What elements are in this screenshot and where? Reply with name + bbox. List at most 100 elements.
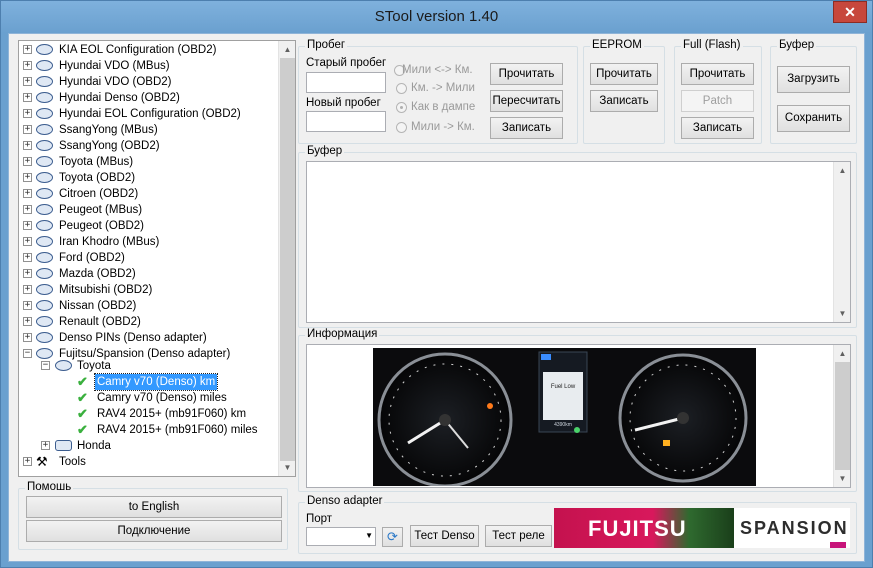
tree-item-camry-km[interactable]: ✔ Camry v70 (Denso) km [19,373,279,391]
tree-item-label: Hyundai EOL Configuration (OBD2) [59,108,241,120]
old-mileage-field[interactable] [306,72,386,93]
scroll-thumb[interactable] [280,58,295,461]
eeprom-write-button[interactable]: Записать [590,90,658,112]
buffer-textarea[interactable] [306,161,851,323]
expand-icon[interactable]: + [23,61,32,70]
tree-item-rav4-miles[interactable]: ✔ RAV4 2015+ (mb91F060) miles [19,422,279,438]
client-area: + KIA EOL Configuration (OBD2) + Hyundai VD… [8,33,865,562]
tree-item[interactable]: + Mitsubishi (OBD2) [19,282,279,298]
scroll-thumb[interactable] [835,362,850,470]
tree-item[interactable]: + Hyundai VDO (MBus) [19,58,279,74]
scroll-up-icon[interactable]: ▲ [834,162,851,179]
new-mileage-field[interactable] [306,111,386,132]
expand-icon[interactable]: + [23,157,32,166]
expand-icon[interactable]: + [23,125,32,134]
tree-item[interactable]: + Mazda (OBD2) [19,266,279,282]
test-denso-button[interactable]: Тест Denso [410,525,479,547]
expand-icon[interactable]: + [23,333,32,342]
mileage-recalc-button[interactable]: Пересчитать [490,90,563,112]
tree-item[interactable]: + Hyundai EOL Configuration (OBD2) [19,106,279,122]
expand-icon[interactable]: + [23,109,32,118]
tree-scrollbar[interactable]: ▲ ▼ [278,41,295,476]
tree-item[interactable]: + Toyota (MBus) [19,154,279,170]
buffer-save-button[interactable]: Сохранить [777,105,850,132]
info-scrollbar[interactable]: ▲ ▼ [833,345,850,487]
tree-item[interactable]: + Iran Khodro (MBus) [19,234,279,250]
tree-item[interactable]: + Hyundai Denso (OBD2) [19,90,279,106]
buffer-scrollbar[interactable]: ▲ ▼ [833,162,850,322]
tree-item-camry-miles[interactable]: ✔ Camry v70 (Denso) miles [19,390,279,406]
tree-item[interactable]: + Ford (OBD2) [19,250,279,266]
tree-item-honda[interactable]: + Honda [19,438,279,454]
tree-item-label: Toyota (OBD2) [59,172,136,184]
expand-icon[interactable]: + [23,141,32,150]
radio-km-miles-label: Км. -> Мили [411,82,475,94]
mileage-read-button[interactable]: Прочитать [490,63,563,85]
citroen-logo-icon [36,188,53,199]
tree-item-rav4-km[interactable]: ✔ RAV4 2015+ (mb91F060) km [19,406,279,422]
expand-icon[interactable]: + [23,269,32,278]
tree-item-label: Hyundai VDO (MBus) [59,60,170,72]
spansion-logo-text: SPANSION [740,518,849,538]
expand-icon[interactable]: + [23,253,32,262]
tree-item[interactable]: + Denso PINs (Denso adapter) [19,330,279,346]
port-select[interactable]: ▼ [306,527,376,546]
expand-icon[interactable]: + [23,173,32,182]
scroll-down-icon[interactable]: ▼ [279,459,295,476]
radio-km-miles[interactable] [396,83,407,94]
scroll-down-icon[interactable]: ▼ [834,470,851,487]
scroll-up-icon[interactable]: ▲ [834,345,851,362]
tree-item-label: Ford (OBD2) [59,252,125,264]
test-relay-button[interactable]: Тест реле [485,525,552,547]
tree-item[interactable]: + Peugeot (MBus) [19,202,279,218]
eeprom-read-button[interactable]: Прочитать [590,63,658,85]
expand-icon[interactable]: + [41,441,50,450]
connect-button[interactable]: Подключение [26,520,282,542]
tree-item[interactable]: + Peugeot (OBD2) [19,218,279,234]
expand-icon[interactable]: + [23,301,32,310]
tree-item-label: Hyundai Denso (OBD2) [59,92,180,104]
tree-item[interactable]: + SsangYong (MBus) [19,122,279,138]
tree-item[interactable]: + Toyota (OBD2) [19,170,279,186]
tree-item[interactable]: + SsangYong (OBD2) [19,138,279,154]
tree-item-toyota-group[interactable]: − Toyota [19,358,279,374]
expand-icon[interactable]: + [23,205,32,214]
device-tree[interactable]: + KIA EOL Configuration (OBD2) + Hyundai VD… [18,40,296,477]
expand-icon[interactable]: + [23,457,32,466]
expand-icon[interactable]: + [23,189,32,198]
buffer-load-button[interactable]: Загрузить [777,66,850,93]
port-label: Порт [306,513,333,525]
expand-icon[interactable]: + [23,45,32,54]
flash-patch-button[interactable]: Patch [681,90,754,112]
expand-icon[interactable]: + [23,77,32,86]
close-button[interactable]: ✕ [833,1,867,23]
tree-item-label: Mazda (OBD2) [59,268,136,280]
expand-icon[interactable]: + [23,221,32,230]
expand-icon[interactable]: + [23,93,32,102]
collapse-icon[interactable]: − [41,361,50,370]
radio-miles-to-km[interactable] [396,122,407,133]
renault-logo-icon [36,316,53,327]
refresh-icon: ⟳ [387,529,398,544]
tree-item[interactable]: + Hyundai VDO (OBD2) [19,74,279,90]
expand-icon[interactable]: + [23,237,32,246]
collapse-icon[interactable]: − [23,349,32,358]
radio-as-dump[interactable] [396,102,407,113]
expand-icon[interactable]: + [23,285,32,294]
to-english-button[interactable]: to English [26,496,282,518]
tree-item[interactable]: + Nissan (OBD2) [19,298,279,314]
tree-item-tools[interactable]: + ⚒ Tools [19,454,279,470]
refresh-ports-button[interactable]: ⟳ [382,527,403,547]
tree-item[interactable]: + Renault (OBD2) [19,314,279,330]
flash-write-button[interactable]: Записать [681,117,754,139]
scroll-up-icon[interactable]: ▲ [279,41,295,58]
flash-read-button[interactable]: Прочитать [681,63,754,85]
new-mileage-label: Новый пробег [306,97,381,109]
tree-item[interactable]: + Citroen (OBD2) [19,186,279,202]
scroll-down-icon[interactable]: ▼ [834,305,851,322]
expand-icon[interactable]: + [23,317,32,326]
title-bar: STool version 1.40 ✕ [1,1,872,33]
tree-item[interactable]: + KIA EOL Configuration (OBD2) [19,42,279,58]
mileage-write-button[interactable]: Записать [490,117,563,139]
fujitsu-logo-text: FUJITSU [588,516,687,541]
